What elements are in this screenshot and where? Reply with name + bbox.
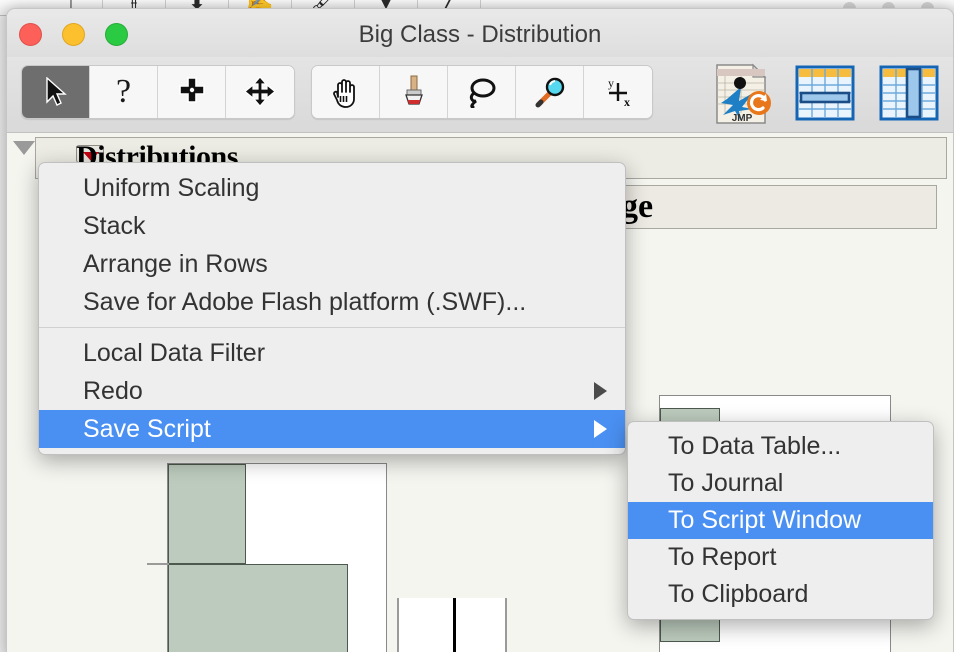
menu-item-label: To Data Table... <box>668 432 842 460</box>
lasso-icon <box>465 76 499 108</box>
move-tool-button[interactable] <box>226 66 294 118</box>
select-columns-icon[interactable] <box>877 63 943 125</box>
save-script-submenu: To Data Table... To Journal To Script Wi… <box>627 421 934 620</box>
help-tool-button[interactable]: ? <box>90 66 158 118</box>
submenu-item-to-clipboard[interactable]: To Clipboard <box>628 576 933 613</box>
menu-item-save-for-adobe-flash[interactable]: Save for Adobe Flash platform (.SWF)... <box>39 283 625 321</box>
menu-item-stack[interactable]: Stack <box>39 207 625 245</box>
toolbar-big-icons: JMP <box>709 63 943 125</box>
histogram-bar[interactable] <box>168 564 348 652</box>
submenu-item-to-journal[interactable]: To Journal <box>628 465 933 502</box>
menu-item-arrange-in-rows[interactable]: Arrange in Rows <box>39 245 625 283</box>
boxplot-whisker <box>453 598 456 652</box>
crosshair-icon <box>176 76 208 108</box>
height-boxplot <box>397 598 507 652</box>
submenu-item-to-script-window[interactable]: To Script Window <box>628 502 933 539</box>
menu-item-label: Stack <box>83 211 146 240</box>
menu-item-label: To Clipboard <box>668 580 809 608</box>
menu-item-label: Save for Adobe Flash platform (.SWF)... <box>83 287 527 316</box>
hand-icon <box>329 75 363 109</box>
lasso-tool-button[interactable] <box>448 66 516 118</box>
select-rows-icon[interactable] <box>793 63 859 125</box>
paintbrush-icon <box>399 75 429 109</box>
submenu-arrow-icon <box>594 420 607 438</box>
svg-text:y: y <box>608 76 614 90</box>
svg-text:JMP: JMP <box>732 113 753 124</box>
menu-item-label: Uniform Scaling <box>83 173 260 202</box>
submenu-arrow-icon <box>594 382 607 400</box>
arrow-tool-button[interactable] <box>22 66 90 118</box>
grabber-tool-button[interactable] <box>312 66 380 118</box>
menu-item-label: Arrange in Rows <box>83 249 268 278</box>
window-title: Big Class - Distribution <box>358 21 602 48</box>
y-x-axes-icon: y x <box>601 75 635 109</box>
question-mark-icon: ? <box>115 73 132 110</box>
title-bar: Big Class - Distribution <box>7 9 953 57</box>
menu-item-label: Redo <box>83 376 143 405</box>
svg-text:x: x <box>624 95 630 109</box>
screen-root: ⌶ ⫲ ⬇ ✍ 🖌 ▼ ╱ Big Class - Distribution ?… <box>0 0 954 652</box>
menu-item-label: To Journal <box>668 469 784 497</box>
four-way-arrow-icon <box>244 76 276 108</box>
annotate-tool-button[interactable]: y x <box>584 66 652 118</box>
toolbar-group-selection: ? <box>21 65 295 119</box>
histogram-bar[interactable] <box>168 464 246 564</box>
axis-tick <box>147 563 169 565</box>
menu-item-uniform-scaling[interactable]: Uniform Scaling <box>39 169 625 207</box>
menu-item-local-data-filter[interactable]: Local Data Filter <box>39 334 625 372</box>
arrow-cursor-icon <box>45 77 67 107</box>
red-triangle-context-menu: Uniform Scaling Stack Arrange in Rows Sa… <box>38 162 626 455</box>
crosshair-tool-button[interactable] <box>158 66 226 118</box>
submenu-item-to-report[interactable]: To Report <box>628 539 933 576</box>
magnifier-tool-button[interactable] <box>516 66 584 118</box>
menu-item-label: Save Script <box>83 414 211 443</box>
magnifier-icon <box>534 76 566 108</box>
menu-item-label: To Report <box>668 543 777 571</box>
brush-tool-button[interactable] <box>380 66 448 118</box>
submenu-item-to-data-table[interactable]: To Data Table... <box>628 428 933 465</box>
menu-separator <box>39 327 625 328</box>
disclosure-triangle-icon[interactable] <box>13 141 35 155</box>
toolbar-group-tools: y x <box>311 65 653 119</box>
toolbar: ? y x JMP <box>7 57 953 133</box>
menu-item-label: Local Data Filter <box>83 338 266 367</box>
height-histogram-plot <box>167 463 387 652</box>
jmp-data-table-icon[interactable]: JMP <box>709 63 775 125</box>
menu-item-redo[interactable]: Redo <box>39 372 625 410</box>
menu-item-save-script[interactable]: Save Script <box>39 410 625 448</box>
menu-item-label: To Script Window <box>668 506 862 534</box>
